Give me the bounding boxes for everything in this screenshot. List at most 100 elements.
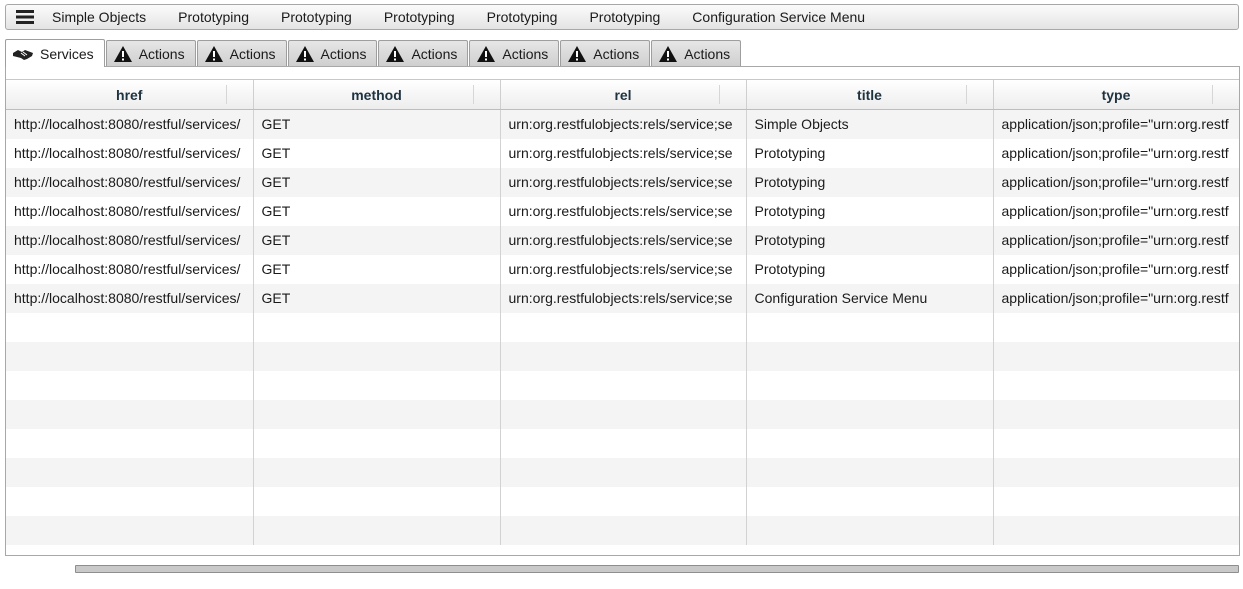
- menu-item-prototyping[interactable]: Prototyping: [162, 5, 265, 29]
- column-menu-divider: [1211, 85, 1213, 104]
- column-header-label: type: [1101, 86, 1131, 103]
- column-header-label: rel: [614, 86, 632, 103]
- cell-method: GET: [253, 109, 501, 139]
- cell-rel: [500, 515, 747, 545]
- menu-item-prototyping[interactable]: Prototyping: [265, 5, 368, 29]
- warning-icon: [658, 45, 678, 63]
- cell-title: Prototyping: [746, 254, 994, 284]
- table-row[interactable]: http://localhost:8080/restful/services/G…: [6, 167, 1239, 197]
- tab-actions-4[interactable]: Actions: [378, 40, 469, 66]
- warning-icon: [204, 45, 224, 63]
- hamburger-menu-icon[interactable]: [6, 5, 44, 29]
- table-row: [6, 486, 1239, 516]
- cell-href: http://localhost:8080/restful/services/: [6, 225, 254, 255]
- menu-item-simple-objects[interactable]: Simple Objects: [44, 5, 162, 29]
- warning-icon: [476, 45, 496, 63]
- cell-title: Simple Objects: [746, 109, 994, 139]
- column-header-rel[interactable]: rel: [500, 80, 747, 110]
- menu-item-prototyping[interactable]: Prototyping: [368, 5, 471, 29]
- tab-actions-2[interactable]: Actions: [196, 40, 287, 66]
- table-row: [6, 370, 1239, 400]
- cell-href: http://localhost:8080/restful/services/: [6, 138, 254, 168]
- warning-icon: [567, 45, 587, 63]
- cell-title: [746, 399, 994, 429]
- cell-rel: urn:org.restfulobjects:rels/service;se: [500, 225, 747, 255]
- cell-rel: urn:org.restfulobjects:rels/service;se: [500, 109, 747, 139]
- cell-title: Configuration Service Menu: [746, 283, 994, 313]
- cell-method: [253, 486, 501, 516]
- column-header-label: title: [857, 86, 882, 103]
- cell-method: GET: [253, 196, 501, 226]
- column-menu-divider: [965, 85, 967, 104]
- tab-label: Actions: [502, 45, 549, 62]
- column-menu-divider: [225, 85, 227, 104]
- cell-type: [993, 515, 1239, 545]
- column-header-href[interactable]: href: [6, 80, 254, 110]
- tab-services-0[interactable]: Services: [5, 39, 105, 67]
- cell-href: http://localhost:8080/restful/services/: [6, 109, 254, 139]
- tab-label: Actions: [684, 45, 731, 62]
- cell-method: [253, 370, 501, 400]
- cell-href: [6, 428, 254, 458]
- table-row: [6, 312, 1239, 342]
- table-row: [6, 399, 1239, 429]
- tab-actions-6[interactable]: Actions: [560, 40, 651, 66]
- horizontal-scrollbar[interactable]: [75, 565, 1239, 573]
- cell-type: application/json;profile="urn:org.restf: [993, 109, 1239, 139]
- cell-rel: [500, 399, 747, 429]
- table-row[interactable]: http://localhost:8080/restful/services/G…: [6, 225, 1239, 255]
- cell-rel: [500, 370, 747, 400]
- cell-href: [6, 370, 254, 400]
- menu-bar: Simple Objects Prototyping Prototyping Prot…: [5, 4, 1239, 30]
- cell-method: GET: [253, 167, 501, 197]
- table-row[interactable]: http://localhost:8080/restful/services/G…: [6, 254, 1239, 284]
- menu-item-prototyping[interactable]: Prototyping: [471, 5, 574, 29]
- table-row[interactable]: http://localhost:8080/restful/services/G…: [6, 109, 1239, 139]
- cell-title: Prototyping: [746, 138, 994, 168]
- cell-type: application/json;profile="urn:org.restf: [993, 283, 1239, 313]
- menu-item-configuration-service-menu[interactable]: Configuration Service Menu: [676, 5, 881, 29]
- cell-method: GET: [253, 254, 501, 284]
- tab-actions-5[interactable]: Actions: [469, 40, 560, 66]
- cell-rel: urn:org.restfulobjects:rels/service;se: [500, 254, 747, 284]
- warning-icon: [295, 45, 315, 63]
- cell-method: [253, 428, 501, 458]
- cell-type: application/json;profile="urn:org.restf: [993, 254, 1239, 284]
- cell-href: [6, 515, 254, 545]
- cell-type: application/json;profile="urn:org.restf: [993, 138, 1239, 168]
- column-header-title[interactable]: title: [746, 80, 994, 110]
- cell-method: GET: [253, 225, 501, 255]
- cell-type: [993, 457, 1239, 487]
- table-row[interactable]: http://localhost:8080/restful/services/G…: [6, 196, 1239, 226]
- cell-rel: urn:org.restfulobjects:rels/service;se: [500, 138, 747, 168]
- cell-type: [993, 370, 1239, 400]
- services-grid: href method rel title type http://localhost:…: [6, 79, 1239, 556]
- cell-href: [6, 341, 254, 371]
- tab-actions-7[interactable]: Actions: [651, 40, 742, 66]
- menu-item-prototyping[interactable]: Prototyping: [573, 5, 676, 29]
- cell-type: application/json;profile="urn:org.restf: [993, 167, 1239, 197]
- table-row: [6, 341, 1239, 371]
- cell-title: [746, 370, 994, 400]
- cell-title: Prototyping: [746, 167, 994, 197]
- column-header-type[interactable]: type: [993, 80, 1239, 110]
- cell-type: application/json;profile="urn:org.restf: [993, 196, 1239, 226]
- tab-actions-3[interactable]: Actions: [287, 40, 378, 66]
- warning-icon: [113, 45, 133, 63]
- column-header-method[interactable]: method: [253, 80, 501, 110]
- tab-actions-1[interactable]: Actions: [105, 40, 196, 66]
- cell-method: [253, 399, 501, 429]
- table-row[interactable]: http://localhost:8080/restful/services/G…: [6, 283, 1239, 313]
- cell-href: http://localhost:8080/restful/services/: [6, 167, 254, 197]
- cell-type: [993, 312, 1239, 342]
- cell-title: [746, 312, 994, 342]
- table-row[interactable]: http://localhost:8080/restful/services/G…: [6, 138, 1239, 168]
- cell-type: [993, 428, 1239, 458]
- table-row: [6, 457, 1239, 487]
- cell-title: [746, 486, 994, 516]
- tab-label: Services: [40, 45, 94, 62]
- warning-icon: [385, 45, 405, 63]
- tab-label: Actions: [229, 45, 276, 62]
- cell-type: [993, 486, 1239, 516]
- cell-href: http://localhost:8080/restful/services/: [6, 254, 254, 284]
